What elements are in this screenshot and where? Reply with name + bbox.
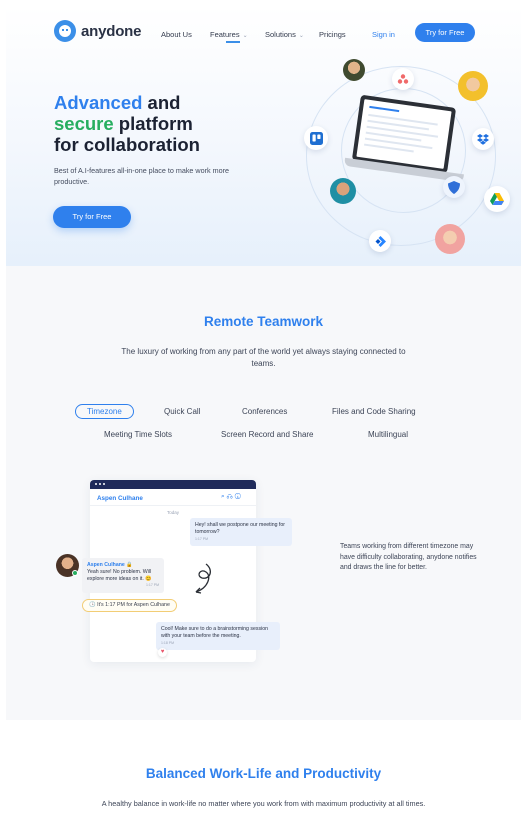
dropbox-icon bbox=[472, 128, 494, 150]
sign-in-link[interactable]: Sign in bbox=[372, 30, 395, 39]
trello-icon bbox=[304, 126, 328, 150]
top-nav: anydone About Us Features ⌄ Solutions ⌄ Pr… bbox=[6, 6, 521, 56]
hero-title-collaboration: for collaboration bbox=[54, 134, 200, 155]
hero-title-platform: platform bbox=[113, 113, 193, 134]
balanced-section-subtitle: A healthy balance in work-life no matter… bbox=[101, 799, 426, 808]
chat-message-outgoing: Cool! Make sure to do a brainstorming se… bbox=[156, 622, 280, 651]
hero-title-secure: secure bbox=[54, 113, 114, 134]
chat-header-icons: ⌕☊ⓘ bbox=[221, 493, 243, 501]
anydone-logo-icon bbox=[54, 20, 76, 42]
google-drive-icon bbox=[484, 186, 510, 212]
window-dot bbox=[99, 483, 101, 485]
nav-features-label: Features bbox=[210, 30, 240, 39]
hero-title: Advanced and secure platform for collabo… bbox=[54, 92, 200, 155]
window-dot bbox=[95, 483, 97, 485]
brand-logo[interactable]: anydone bbox=[54, 20, 141, 42]
remote-teamwork-title: Remote Teamwork bbox=[203, 314, 324, 329]
chat-message-time: 1:17 PM bbox=[195, 536, 209, 541]
active-nav-indicator bbox=[226, 41, 240, 43]
squiggle-arrow-icon bbox=[195, 563, 212, 594]
chevron-down-icon: ⌄ bbox=[298, 33, 304, 39]
nav-solutions-label: Solutions bbox=[265, 30, 296, 39]
try-for-free-hero-button[interactable]: Try for Free bbox=[53, 206, 131, 228]
hero-title-and: and bbox=[142, 92, 181, 113]
hero-title-advanced: Advanced bbox=[54, 92, 143, 113]
chat-message-sender: Aspen Culhane 🔒 bbox=[87, 562, 133, 568]
avatar-man-bearded bbox=[330, 178, 356, 204]
clock-icon: 🕒 bbox=[89, 602, 96, 608]
jira-icon bbox=[369, 230, 391, 252]
try-for-free-nav-button[interactable]: Try for Free bbox=[415, 23, 475, 42]
asana-icon bbox=[392, 68, 414, 90]
avatar-woman bbox=[435, 224, 465, 254]
chat-divider bbox=[90, 505, 256, 506]
brand-name: anydone bbox=[81, 22, 142, 40]
info-icon[interactable]: ⓘ bbox=[235, 493, 243, 500]
chat-window: Aspen Culhane ⌕☊ⓘ Today Hey! shall we po… bbox=[82, 480, 292, 662]
nav-pricings[interactable]: Pricings bbox=[319, 30, 346, 39]
remote-teamwork-section: Remote Teamwork The luxury of working fr… bbox=[6, 266, 521, 720]
heart-reaction-icon[interactable]: ♥ bbox=[158, 648, 167, 657]
laptop-screen bbox=[356, 99, 452, 169]
shield-icon bbox=[443, 176, 465, 198]
avatar-woman-headphones bbox=[458, 71, 488, 101]
chevron-down-icon: ⌄ bbox=[242, 33, 248, 39]
nav-features[interactable]: Features ⌄ bbox=[210, 30, 248, 39]
nav-about-us[interactable]: About Us bbox=[161, 30, 192, 39]
chat-message-incoming: Aspen Culhane 🔒 Yeah sure! No problem. W… bbox=[82, 558, 164, 594]
remote-teamwork-subtitle: The luxury of working from any part of t… bbox=[121, 347, 406, 368]
timezone-reminder-badge: 🕒 It's 1:17 PM for Aspen Culhane bbox=[82, 599, 177, 612]
tab-quick-call[interactable]: Quick Call bbox=[164, 407, 200, 416]
tab-conferences[interactable]: Conferences bbox=[242, 407, 287, 416]
reminder-text: It's 1:17 PM for Aspen Culhane bbox=[97, 602, 170, 608]
headset-icon[interactable]: ☊ bbox=[227, 493, 235, 500]
nav-solutions[interactable]: Solutions ⌄ bbox=[265, 30, 304, 39]
chat-message-text: Hey! shall we postpone our meeting for t… bbox=[195, 522, 285, 535]
window-dot bbox=[103, 483, 105, 485]
chat-message-outgoing: Hey! shall we postpone our meeting for t… bbox=[190, 518, 292, 547]
avatar-man bbox=[343, 59, 365, 81]
chat-message-text: Yeah sure! No problem. Will explore more… bbox=[87, 568, 152, 582]
online-status-icon bbox=[72, 570, 78, 576]
chat-message-text: Cool! Make sure to do a brainstorming se… bbox=[161, 626, 268, 639]
tab-screen-record-share[interactable]: Screen Record and Share bbox=[221, 430, 314, 439]
chat-message-time: 1:17 PM bbox=[145, 583, 159, 588]
laptop-screen-row bbox=[364, 137, 433, 150]
tab-files-code-sharing[interactable]: Files and Code Sharing bbox=[332, 407, 416, 416]
timezone-description: Teams working from different timezone ma… bbox=[340, 543, 477, 571]
hero-subtitle: Best of A.I-features all-in-one place to… bbox=[54, 166, 229, 186]
chat-window-titlebar bbox=[90, 480, 256, 489]
tab-timezone[interactable]: Timezone bbox=[75, 404, 134, 419]
tab-meeting-time-slots[interactable]: Meeting Time Slots bbox=[104, 430, 172, 439]
hero-section: anydone About Us Features ⌄ Solutions ⌄ Pr… bbox=[6, 6, 521, 266]
chat-contact-name: Aspen Culhane bbox=[97, 495, 143, 502]
chat-message-time: 1:18 PM bbox=[161, 640, 175, 645]
balanced-section-title: Balanced Work-Life and Productivity bbox=[145, 766, 382, 781]
chat-date-label: Today bbox=[166, 510, 179, 515]
laptop-screen-row bbox=[369, 105, 400, 113]
tab-multilingual[interactable]: Multilingual bbox=[368, 430, 408, 439]
